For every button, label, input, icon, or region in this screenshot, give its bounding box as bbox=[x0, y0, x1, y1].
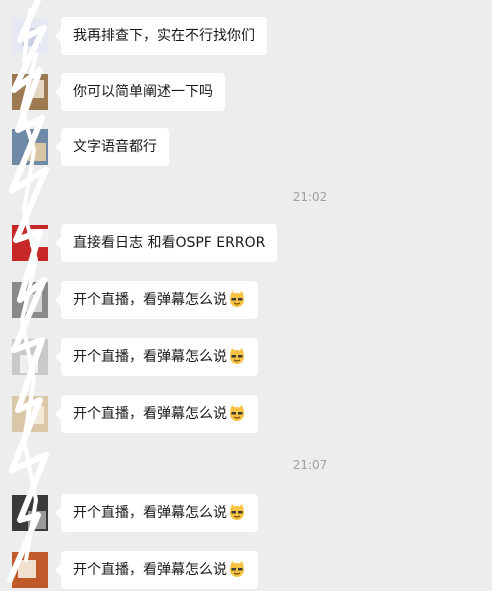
cat-face-emoji bbox=[230, 405, 244, 421]
message-row: 你可以简单阐述一下吗 bbox=[0, 72, 492, 112]
cat-face-emoji bbox=[230, 291, 244, 307]
message-row: 开个直播，看弹幕怎么说 bbox=[0, 493, 492, 533]
avatar[interactable] bbox=[12, 18, 48, 54]
message-bubble[interactable]: 你可以简单阐述一下吗 bbox=[55, 73, 225, 111]
avatar[interactable] bbox=[12, 495, 48, 531]
avatar-detail bbox=[20, 355, 38, 373]
message-bubble[interactable]: 开个直播，看弹幕怎么说 bbox=[55, 494, 258, 532]
message-text: 直接看日志 和看OSPF ERROR bbox=[73, 235, 266, 251]
avatar-detail bbox=[26, 80, 44, 98]
avatar[interactable] bbox=[12, 396, 48, 432]
avatar[interactable] bbox=[12, 129, 48, 165]
message-bubble[interactable]: 开个直播，看弹幕怎么说 bbox=[55, 395, 258, 433]
message-text: 开个直播，看弹幕怎么说 bbox=[73, 292, 227, 308]
message-text: 开个直播，看弹幕怎么说 bbox=[73, 562, 227, 578]
avatar-detail bbox=[24, 294, 42, 312]
avatar[interactable] bbox=[12, 225, 48, 261]
message-bubble[interactable]: 文字语音都行 bbox=[55, 128, 169, 166]
avatar[interactable] bbox=[12, 74, 48, 110]
cat-face-emoji bbox=[230, 348, 244, 364]
timestamp: 21:02 bbox=[292, 190, 328, 204]
message-bubble[interactable]: 开个直播，看弹幕怎么说 bbox=[55, 551, 258, 589]
timestamp: 21:07 bbox=[292, 458, 328, 472]
message-text: 开个直播，看弹幕怎么说 bbox=[73, 406, 227, 422]
message-text: 开个直播，看弹幕怎么说 bbox=[73, 349, 227, 365]
message-bubble[interactable]: 直接看日志 和看OSPF ERROR bbox=[54, 224, 278, 262]
cat-face-emoji bbox=[230, 561, 244, 577]
cat-face-emoji bbox=[230, 504, 244, 520]
message-text: 我再排查下，实在不行找你们 bbox=[73, 28, 255, 44]
message-bubble[interactable]: 开个直播，看弹幕怎么说 bbox=[55, 281, 258, 319]
avatar-detail bbox=[18, 560, 36, 578]
message-row: 我再排查下，实在不行找你们 bbox=[0, 16, 492, 56]
message-bubble[interactable]: 开个直播，看弹幕怎么说 bbox=[55, 338, 258, 376]
message-row: 文字语音都行 bbox=[0, 127, 492, 167]
avatar-detail bbox=[30, 229, 48, 247]
avatar[interactable] bbox=[12, 552, 48, 588]
avatar-detail bbox=[28, 143, 46, 161]
avatar-detail bbox=[22, 28, 40, 46]
message-row: 开个直播，看弹幕怎么说 bbox=[0, 394, 492, 434]
avatar[interactable] bbox=[12, 282, 48, 318]
message-row: 开个直播，看弹幕怎么说 bbox=[0, 337, 492, 377]
message-text: 你可以简单阐述一下吗 bbox=[73, 84, 213, 100]
avatar-detail bbox=[28, 511, 46, 529]
message-text: 文字语音都行 bbox=[73, 139, 157, 155]
avatar[interactable] bbox=[12, 339, 48, 375]
message-text: 开个直播，看弹幕怎么说 bbox=[73, 505, 227, 521]
message-row: 开个直播，看弹幕怎么说 bbox=[0, 280, 492, 320]
message-row: 直接看日志 和看OSPF ERROR bbox=[0, 223, 492, 263]
avatar-detail bbox=[26, 406, 44, 424]
message-bubble[interactable]: 我再排查下，实在不行找你们 bbox=[55, 17, 267, 55]
message-row: 开个直播，看弹幕怎么说 bbox=[0, 550, 492, 590]
